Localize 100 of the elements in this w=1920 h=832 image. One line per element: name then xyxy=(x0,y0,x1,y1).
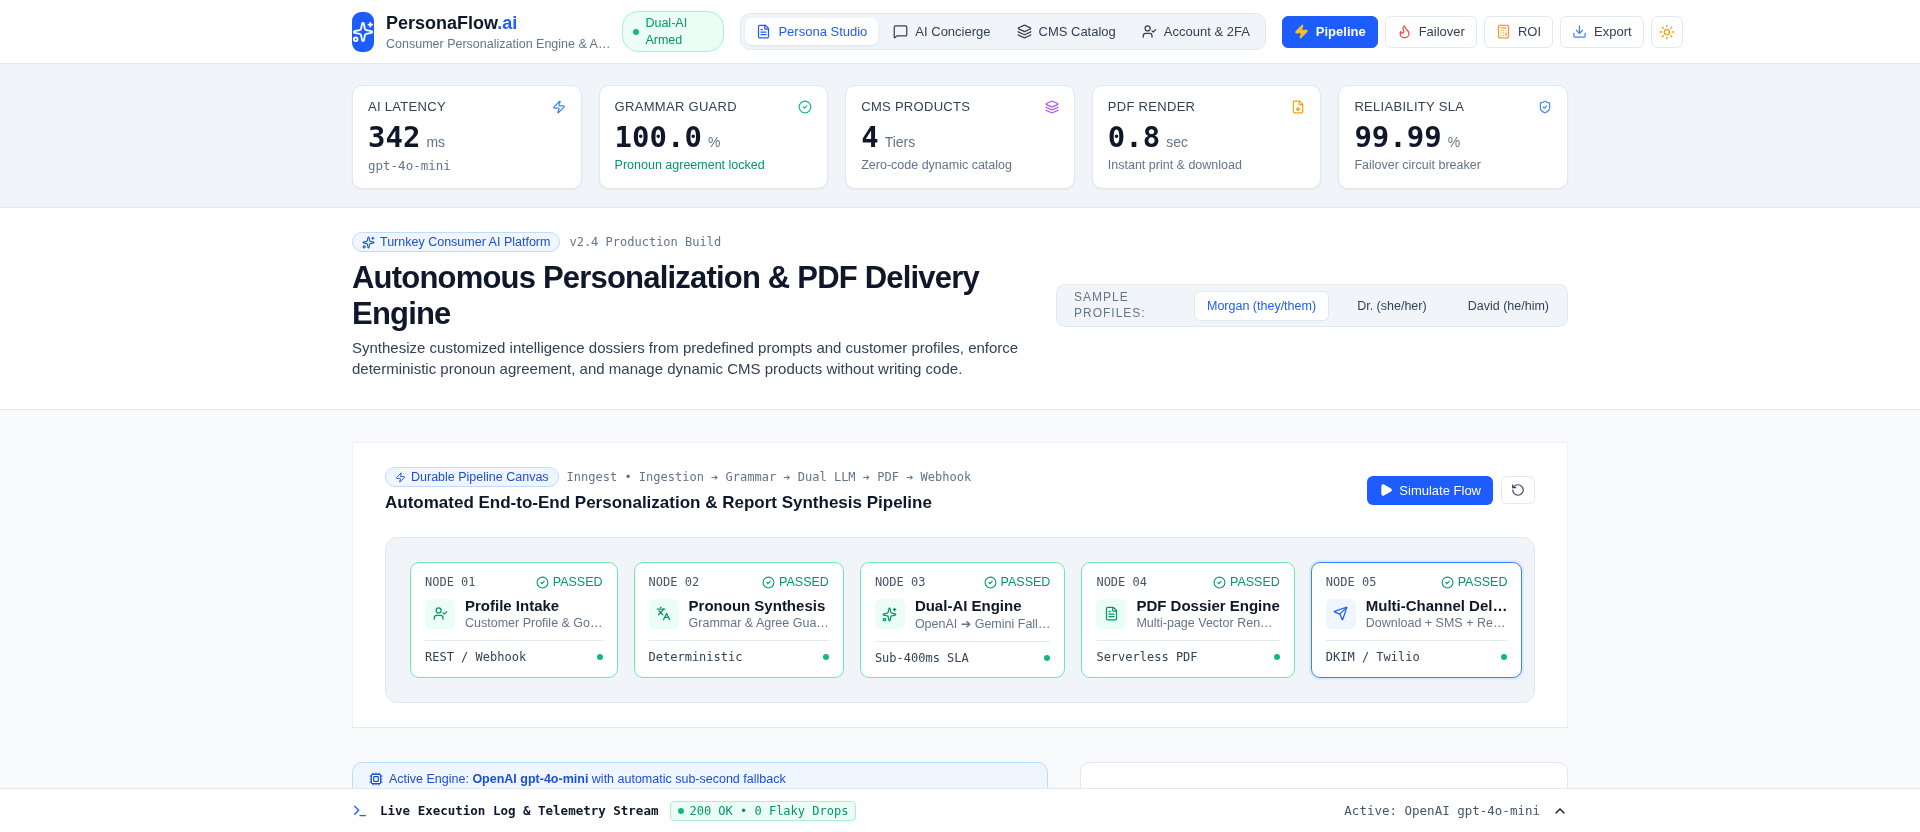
status-dot xyxy=(596,654,603,661)
node-title: Multi-Channel Del… xyxy=(1365,597,1508,615)
stat-value: 4 xyxy=(861,120,879,154)
reset-icon xyxy=(1511,482,1525,497)
stat-note: gpt-4o-mini xyxy=(368,158,452,173)
nav-tab[interactable]: CMS Catalog xyxy=(1005,18,1127,45)
flame-icon xyxy=(1396,24,1412,39)
node-subtitle: Download + SMS + Re… xyxy=(1365,616,1507,631)
node-title: Dual-AI Engine xyxy=(914,597,1023,615)
check-circle-icon xyxy=(1213,575,1226,589)
stat-value: 342 xyxy=(368,120,421,154)
node-status: PASSED xyxy=(552,575,603,590)
platform-badge: Turnkey Consumer AI Platform xyxy=(352,232,561,252)
node-label: NODE 03 xyxy=(874,575,926,590)
node-footer: Deterministic xyxy=(648,650,743,665)
toolbar-button[interactable]: Failover xyxy=(1384,15,1477,48)
active-engine-label: Active: OpenAI gpt-4o-mini xyxy=(1344,803,1540,818)
status-dot xyxy=(822,654,829,661)
node-footer: REST / Webhook xyxy=(425,650,527,665)
node-label: NODE 05 xyxy=(1325,575,1377,590)
check-circle-icon xyxy=(798,99,813,114)
bolt-icon xyxy=(551,99,566,114)
flow-label: Inngest • Ingestion ➔ Grammar ➔ Dual LLM ➔ PDF ➔ Webhook xyxy=(566,470,972,485)
engine-notice-text: Active Engine: OpenAI gpt-4o-mini with automatic sub-second fallback xyxy=(389,772,786,787)
node-subtitle: Multi-page Vector Ren… xyxy=(1136,616,1274,631)
node-subtitle: Customer Profile & Go… xyxy=(465,616,603,631)
toolbar-button[interactable]: Export xyxy=(1560,15,1644,48)
translate-icon xyxy=(648,598,679,629)
bolt-icon xyxy=(395,471,406,483)
profile-option[interactable]: Dr. (she/her) xyxy=(1344,290,1440,321)
chat-icon xyxy=(893,24,909,39)
brand-name: PersonaFlow.ai xyxy=(386,12,519,34)
node-status: PASSED xyxy=(1230,575,1280,590)
stat-unit: % xyxy=(1447,134,1461,150)
file-icon xyxy=(1291,99,1306,114)
stat-unit: sec xyxy=(1166,134,1188,150)
status-dot xyxy=(1273,654,1280,661)
theme-toggle-button[interactable] xyxy=(1650,15,1683,48)
node-status: PASSED xyxy=(1000,575,1051,590)
sparkles-icon xyxy=(874,599,905,630)
status-dot xyxy=(1501,654,1508,661)
sparkles-icon xyxy=(362,235,375,249)
shield-icon xyxy=(1538,99,1552,114)
stat-note: Instant print & download xyxy=(1107,158,1243,172)
pipeline-node[interactable]: NODE 01 PASSED Profile Intake Customer Profile & Go… REST / Webhook xyxy=(410,562,618,679)
pipeline-node[interactable]: NODE 05 PASSED Multi-Channel Del… Download + SMS + Re… DKIM / Twilio xyxy=(1310,562,1523,679)
node-title: Profile Intake xyxy=(465,597,561,615)
pipeline-node[interactable]: NODE 04 PASSED PDF Dossier Engine Multi-page Vector Ren… Serverless PDF xyxy=(1081,562,1295,679)
stat-note: Failover circuit breaker xyxy=(1354,158,1482,172)
node-status: PASSED xyxy=(1457,575,1508,590)
stat-note: Pronoun agreement locked xyxy=(614,158,766,172)
stat-value: 100.0 xyxy=(614,120,702,154)
stat-label: CMS PRODUCTS xyxy=(861,99,971,114)
sun-icon xyxy=(1658,23,1675,40)
canvas-badge: Durable Pipeline Canvas xyxy=(385,467,559,488)
bolt-icon xyxy=(1293,24,1309,39)
build-label: v2.4 Production Build xyxy=(569,235,722,249)
page-description: Synthesize customized intelligence dossiers from predefined prompts and customer profiles, enforce deterministic pronoun agreement, and manage dynamic CMS products without writing code. xyxy=(352,338,1020,380)
node-label: NODE 04 xyxy=(1096,575,1147,590)
simulate-button[interactable]: Simulate Flow xyxy=(1367,475,1493,505)
stat-unit: Tiers xyxy=(884,134,916,150)
stat-note: Zero-code dynamic catalog xyxy=(861,158,1013,172)
toolbar-button[interactable]: Pipeline xyxy=(1281,15,1378,48)
stat-value: 0.8 xyxy=(1107,120,1161,154)
stat-label: PDF RENDER xyxy=(1107,99,1196,114)
pipeline-node[interactable]: NODE 02 PASSED Pronoun Synthesis Grammar & Agree Gua… Deterministic xyxy=(633,562,844,679)
user-check-icon xyxy=(425,598,455,629)
telemetry-title: Live Execution Log & Telemetry Stream xyxy=(380,803,659,818)
nav-tab[interactable]: Account & 2FA xyxy=(1130,18,1261,45)
nav-tab[interactable]: Persona Studio xyxy=(745,18,879,45)
node-footer: Sub-400ms SLA xyxy=(874,651,969,666)
check-circle-icon xyxy=(535,575,549,589)
nav-tab[interactable]: AI Concierge xyxy=(882,18,1002,45)
stat-unit: ms xyxy=(426,134,446,150)
toolbar-button[interactable]: ROI xyxy=(1483,15,1554,48)
stat-label: RELIABILITY SLA xyxy=(1354,99,1465,114)
page-title: Autonomous Personalization & PDF Delivery Engine xyxy=(352,260,981,332)
node-subtitle: Grammar & Agree Gua… xyxy=(688,616,829,631)
document-icon xyxy=(756,24,772,39)
telemetry-status: 200 OK • 0 Flaky Drops xyxy=(670,800,857,821)
node-label: NODE 02 xyxy=(648,575,700,590)
download-icon xyxy=(1572,24,1588,39)
reset-button[interactable] xyxy=(1501,475,1535,504)
node-title: PDF Dossier Engine xyxy=(1136,597,1280,615)
layers-icon xyxy=(1016,24,1032,39)
node-footer: Serverless PDF xyxy=(1096,650,1198,665)
logo-icon xyxy=(352,11,374,52)
node-status: PASSED xyxy=(779,575,829,590)
pipeline-node[interactable]: NODE 03 PASSED Dual-AI Engine OpenAI ➔ Gemini Fall… Sub-400ms SLA xyxy=(859,562,1066,679)
stat-unit: % xyxy=(707,134,721,150)
status-badge: Dual-AI Armed xyxy=(622,11,725,52)
profile-option[interactable]: Morgan (they/them) xyxy=(1194,290,1330,321)
profile-option[interactable]: David (he/him) xyxy=(1454,290,1562,321)
calculator-icon xyxy=(1495,24,1511,39)
chip-icon xyxy=(369,772,383,787)
node-footer: DKIM / Twilio xyxy=(1325,650,1420,665)
node-title: Pronoun Synthesis xyxy=(688,597,827,615)
pipeline-title: Automated End-to-End Personalization & Report Synthesis Pipeline xyxy=(385,493,933,514)
stat-label: AI LATENCY xyxy=(368,99,446,114)
status-dot xyxy=(1044,655,1051,662)
